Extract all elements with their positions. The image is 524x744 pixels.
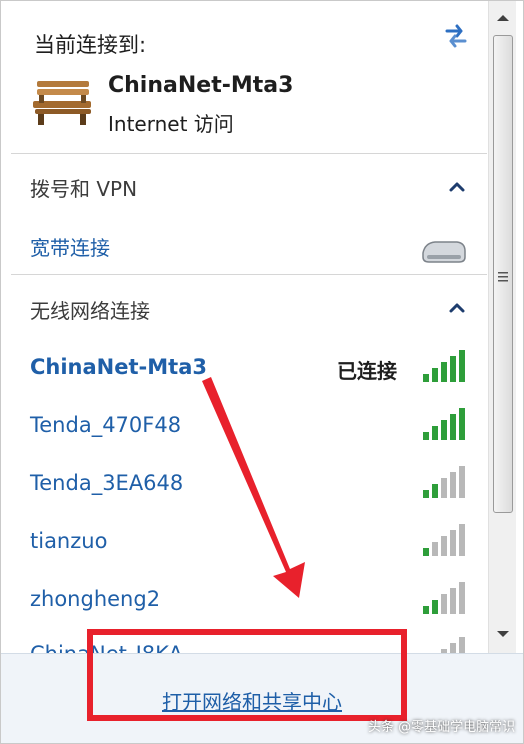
wifi-item[interactable]: tianzuo [1,518,487,566]
signal-bar [423,606,429,614]
wifi-item[interactable]: Tenda_3EA648 [1,460,487,508]
signal-bar [441,536,447,556]
refresh-icon[interactable] [441,21,471,51]
signal-bar [450,530,456,556]
signal-bar [450,472,456,498]
signal-bar [423,432,429,440]
wifi-item[interactable]: zhongheng2 [1,576,487,624]
collapse-wireless-chevron-up-icon[interactable] [447,300,467,316]
collapse-dialup-chevron-up-icon[interactable] [447,179,467,195]
modem-icon [422,241,466,263]
signal-bar [459,466,465,498]
scroll-up-arrow-icon[interactable] [489,7,517,29]
signal-bar [459,582,465,614]
signal-bar [423,548,429,556]
wifi-item[interactable]: Tenda_470F48 [1,402,487,450]
signal-bar [459,408,465,440]
signal-strength-icon [423,350,465,382]
signal-bar [450,588,456,614]
broadband-connection-item[interactable]: 宽带连接 [30,232,110,261]
current-access-status: Internet 访问 [108,112,234,136]
signal-bar [432,542,438,556]
wifi-item[interactable]: ChinaNet-Mta3 已连接 [1,344,487,392]
signal-bar [441,362,447,382]
signal-bar [432,600,438,614]
signal-bar [441,594,447,614]
network-flyout: 当前连接到: ChinaNet-Mta3 Internet 访问 拨号和 VPN… [0,0,524,744]
signal-bar [441,478,447,498]
scrollbar[interactable] [488,1,516,653]
watermark: 头条 @零基础学电脑常识 [368,720,516,735]
signal-bar [450,414,456,440]
signal-strength-icon [423,466,465,498]
signal-bar [432,426,438,440]
signal-bar [459,524,465,556]
wifi-name: ChinaNet-Mta3 [30,355,207,379]
signal-strength-icon [423,524,465,556]
signal-bar [441,420,447,440]
scroll-down-arrow-icon[interactable] [489,623,517,645]
wifi-name: Tenda_470F48 [30,413,182,437]
wifi-name: zhongheng2 [30,587,161,611]
signal-bar [432,484,438,498]
dialup-section-title: 拨号和 VPN [30,177,138,201]
wifi-connected-status: 已连接 [337,359,397,383]
scroll-thumb[interactable] [493,35,513,513]
signal-bar [423,490,429,498]
signal-strength-icon [423,582,465,614]
signal-bar [450,356,456,382]
bench-icon [33,81,91,125]
divider [11,274,487,275]
wireless-section-title: 无线网络连接 [30,299,150,323]
current-connection-title: 当前连接到: [34,33,147,57]
signal-strength-icon [423,408,465,440]
wifi-name: Tenda_3EA648 [30,471,184,495]
wifi-name: tianzuo [30,529,108,553]
grip-icon [498,272,508,282]
signal-bar [459,350,465,382]
divider [11,153,487,154]
highlight-box-annotation [87,629,407,721]
signal-bar [423,374,429,382]
current-network-name: ChinaNet-Mta3 [108,73,294,98]
signal-bar [432,368,438,382]
